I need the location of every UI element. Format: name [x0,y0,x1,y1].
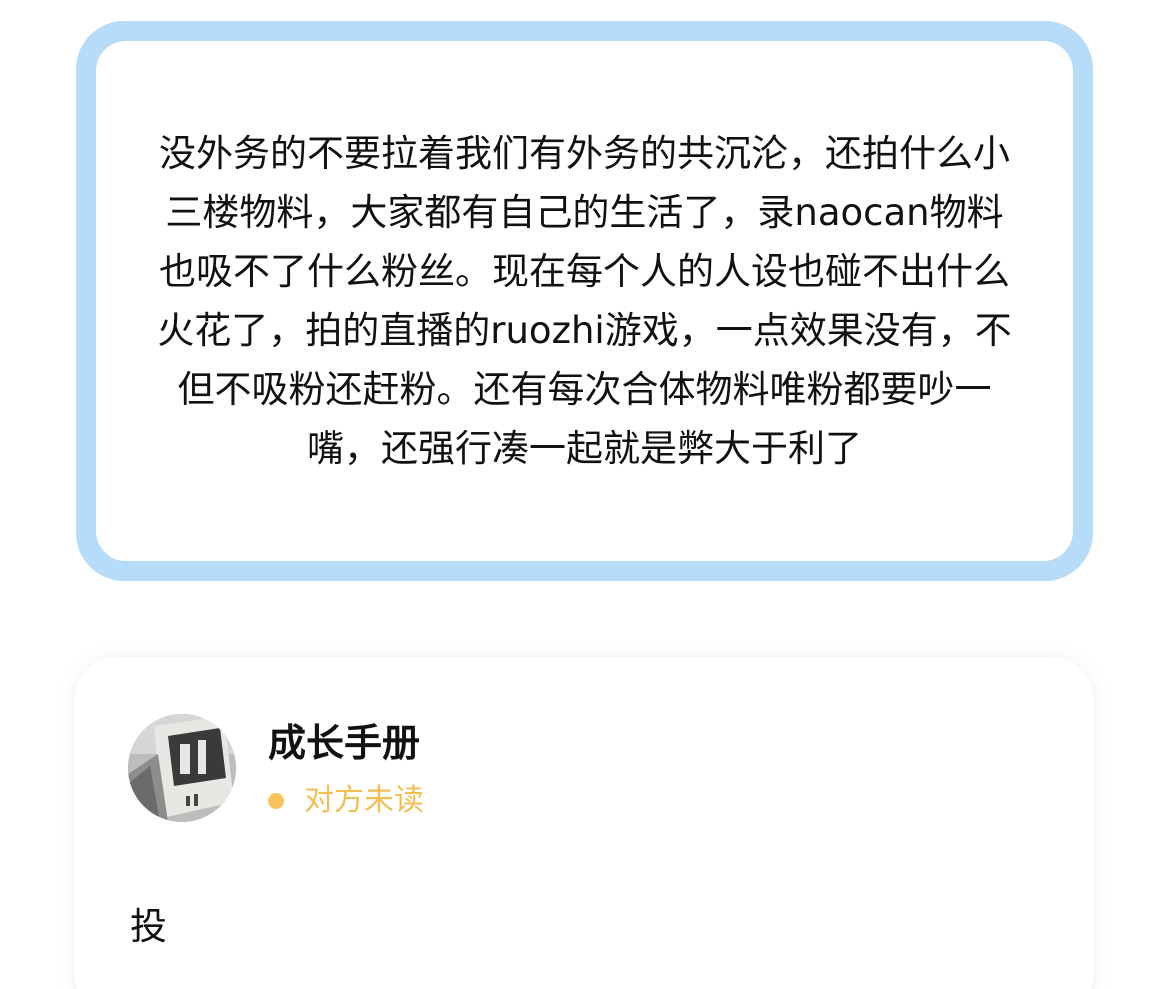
book-photo-avatar-icon [128,714,236,822]
message-body: 投 [130,905,167,948]
status-dot-icon [268,793,284,809]
quote-text: 没外务的不要拉着我们有外务的共沉沦，还拍什么小三楼物料，大家都有自己的生活了，录… [157,132,1012,470]
read-status-text: 对方未读 [304,783,424,818]
quote-card-inner: 没外务的不要拉着我们有外务的共沉沦，还拍什么小三楼物料，大家都有自己的生活了，录… [96,41,1073,561]
message-card[interactable]: 成长手册 对方未读 投 [74,657,1094,989]
page: 没外务的不要拉着我们有外务的共沉沦，还拍什么小三楼物料，大家都有自己的生活了，录… [0,0,1168,989]
avatar[interactable] [128,714,236,822]
sender-name[interactable]: 成长手册 [268,721,420,765]
read-status: 对方未读 [268,781,424,821]
quote-card: 没外务的不要拉着我们有外务的共沉沦，还拍什么小三楼物料，大家都有自己的生活了，录… [76,21,1093,581]
